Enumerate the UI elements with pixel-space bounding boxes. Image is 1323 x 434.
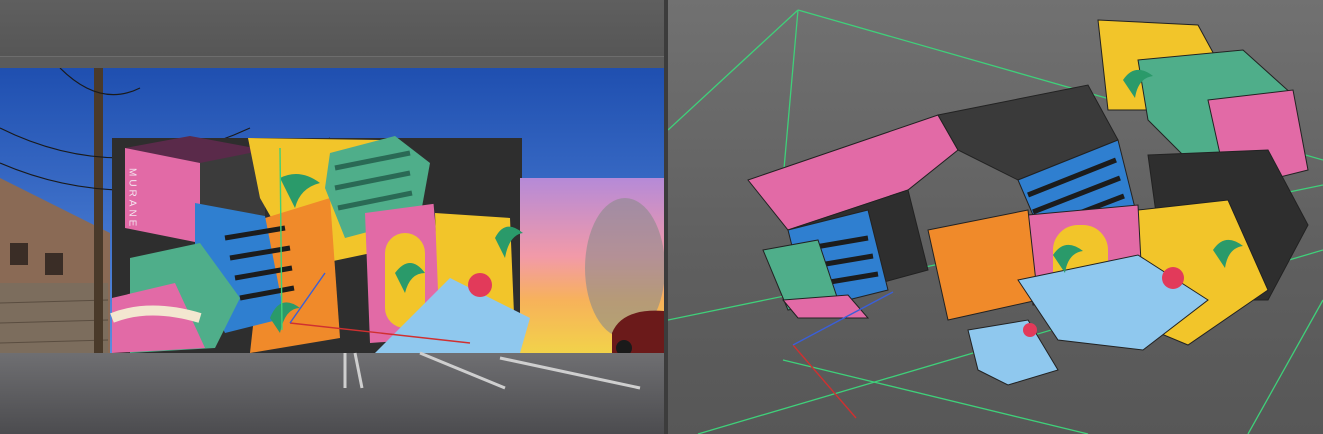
red-ball — [468, 273, 492, 297]
photo-panel-toolbar — [0, 0, 664, 57]
utility-pole — [94, 68, 103, 353]
viewport-canvas — [668, 9, 1323, 434]
svg-text:MURANE: MURANE — [127, 168, 138, 229]
mural-reference-photo[interactable]: MURANE — [0, 68, 664, 434]
photo-canvas: MURANE — [0, 68, 664, 434]
parking-lot — [0, 353, 664, 434]
3d-viewport[interactable] — [668, 0, 1323, 434]
wall-lettering: MURANE — [127, 168, 138, 229]
photo-panel[interactable]: MURANE — [0, 0, 664, 434]
